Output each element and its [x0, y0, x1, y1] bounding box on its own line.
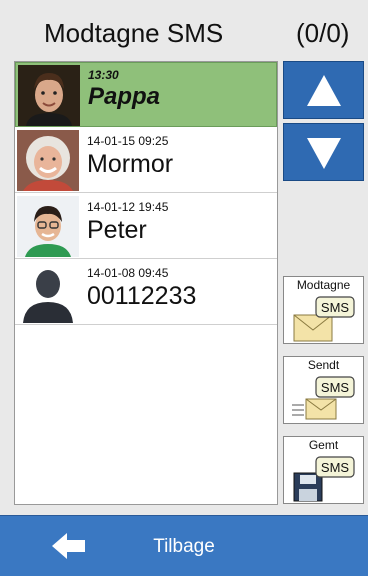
message-time: 14-01-08 09:45: [87, 266, 169, 280]
sent-letter-icon: SMS: [292, 376, 355, 420]
message-time: 13:30: [88, 68, 119, 82]
back-button[interactable]: Tilbage: [0, 515, 368, 576]
page-title: Modtagne SMS: [44, 18, 224, 48]
avatar-peter: [17, 196, 79, 257]
scroll-up-button[interactable]: [283, 61, 364, 119]
sent-label: Sendt: [307, 358, 340, 372]
scroll-down-button[interactable]: [283, 123, 364, 181]
avatar-pappa: [18, 65, 80, 126]
avatar-mormor: [17, 130, 79, 191]
received-label: Modtagne: [296, 278, 351, 292]
message-row-unknown[interactable]: 14-01-08 09:45 00112233: [15, 260, 277, 325]
arrow-down-icon: [307, 138, 341, 169]
floppy-disk-icon: SMS: [293, 456, 355, 502]
message-list[interactable]: 13:30 Pappa 14-01-15 09:25 Mormor 14-01-…: [14, 61, 278, 505]
person-silhouette-icon: [17, 262, 79, 323]
sms-badge: SMS: [321, 300, 350, 315]
message-time: 14-01-15 09:25: [87, 134, 169, 148]
envelope-icon: SMS: [293, 296, 355, 342]
message-row-pappa[interactable]: 13:30 Pappa: [15, 62, 277, 127]
saved-label: Gemt: [308, 438, 339, 452]
message-time: 14-01-12 19:45: [87, 200, 169, 214]
message-row-peter[interactable]: 14-01-12 19:45 Peter: [15, 194, 277, 259]
sent-sms-button[interactable]: Sendt SMS: [283, 356, 364, 424]
back-label: Tilbage: [153, 536, 215, 557]
header: Modtagne SMS (0/0): [0, 0, 368, 60]
arrow-up-icon: [307, 75, 341, 106]
message-sender: Peter: [87, 216, 147, 244]
message-sender: Pappa: [88, 83, 161, 110]
message-count: (0/0): [296, 18, 350, 48]
received-sms-button[interactable]: Modtagne SMS: [283, 276, 364, 344]
message-row-mormor[interactable]: 14-01-15 09:25 Mormor: [15, 128, 277, 193]
message-sender: Mormor: [87, 150, 174, 178]
saved-sms-button[interactable]: Gemt SMS: [283, 436, 364, 504]
sms-badge: SMS: [321, 460, 350, 475]
sms-badge: SMS: [321, 380, 350, 395]
message-sender: 00112233: [87, 282, 197, 310]
